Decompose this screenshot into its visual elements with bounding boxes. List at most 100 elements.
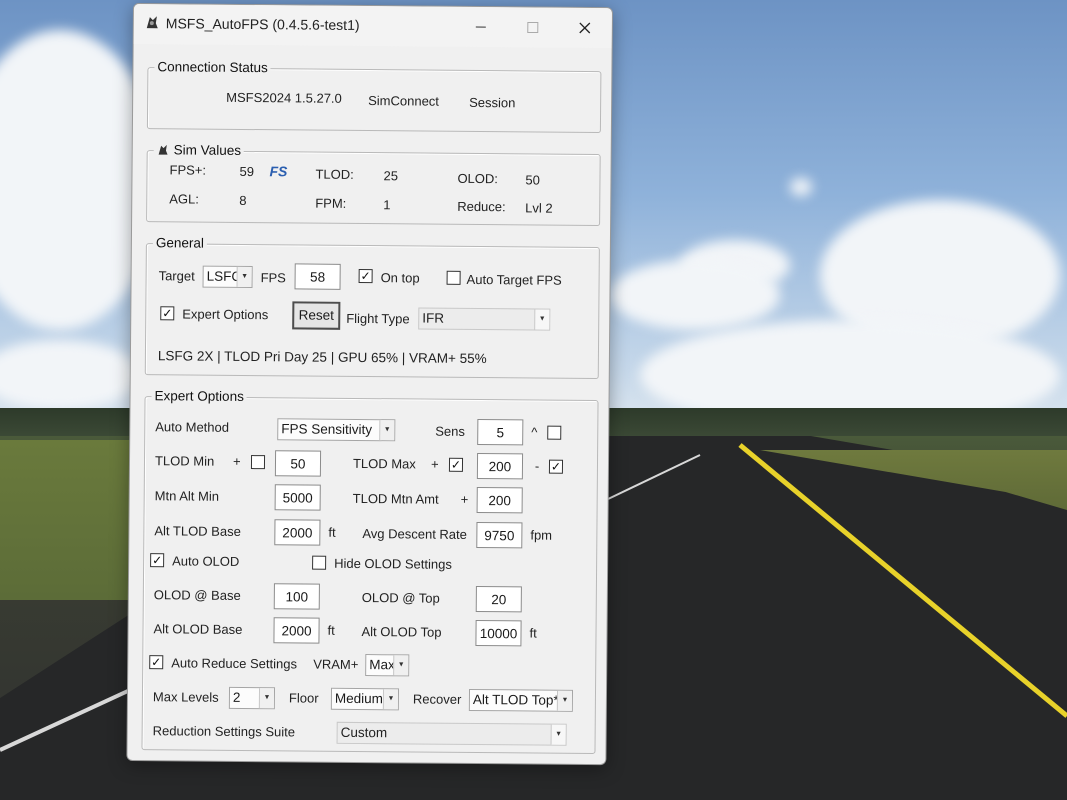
alt-olod-base-unit: ft: [327, 622, 335, 638]
fps-target-label: FPS: [260, 270, 286, 286]
tlod-max-plus-checkbox[interactable]: ✓: [448, 457, 464, 472]
auto-reduce-settings-checkbox[interactable]: ✓: [149, 655, 164, 670]
vram-label: VRAM+: [313, 656, 359, 672]
tlod-max-plus-label: +: [430, 456, 439, 472]
tlod-value: 25: [383, 168, 399, 184]
tlod-min-label: TLOD Min: [154, 453, 215, 469]
chevron-down-icon: ▼: [379, 420, 395, 441]
reduce-value: Lvl 2: [525, 200, 553, 216]
fps-label: FPS+:: [169, 162, 207, 178]
tlod-max-input[interactable]: 200: [476, 453, 524, 480]
olod-base-label: OLOD @ Base: [153, 587, 241, 603]
mtn-alt-min-input[interactable]: 5000: [274, 484, 321, 511]
auto-method-label: Auto Method: [155, 419, 230, 435]
simconnect-status: SimConnect: [368, 93, 440, 109]
alt-olod-top-input[interactable]: 10000: [475, 620, 522, 647]
tlod-min-plus-label: +: [232, 453, 241, 469]
expert-options-legend: Expert Options: [151, 388, 247, 405]
alt-olod-base-label: Alt OLOD Base: [153, 621, 243, 637]
tlod-mtn-amt-plus-label: +: [460, 491, 469, 507]
window-title: MSFS_AutoFPS (0.4.5.6-test1): [165, 15, 360, 33]
expert-options-group: Expert Options Auto Method FPS Sensitivi…: [141, 388, 599, 755]
avg-descent-rate-unit: fpm: [530, 527, 553, 543]
reduction-settings-suite-select[interactable]: Custom ▼: [336, 721, 567, 746]
connection-status-legend: Connection Status: [154, 59, 271, 76]
max-levels-label: Max Levels: [152, 689, 219, 705]
chevron-down-icon: ▼: [382, 689, 399, 710]
minimize-icon[interactable]: [458, 13, 504, 41]
target-fps-input[interactable]: 58: [294, 263, 341, 290]
auto-target-fps-checkbox[interactable]: [446, 270, 461, 285]
reduction-settings-suite-label: Reduction Settings Suite: [152, 723, 296, 740]
recover-value: Alt TLOD Top*: [472, 691, 559, 708]
tlod-mtn-amt-label: TLOD Mtn Amt: [352, 490, 439, 507]
olod-base-input[interactable]: 100: [273, 583, 320, 610]
mtn-alt-min-label: Mtn Alt Min: [154, 488, 220, 504]
olod-value: 50: [525, 172, 541, 188]
session-status: Session: [469, 94, 516, 111]
flight-type-value: IFR: [422, 310, 445, 326]
reduction-settings-suite-value: Custom: [340, 724, 388, 741]
check-icon: ✓: [152, 553, 163, 568]
floor-select[interactable]: Medium ▼: [330, 687, 400, 711]
avg-descent-rate-input[interactable]: 9750: [476, 522, 523, 549]
tlod-max-minus-label: -: [534, 458, 540, 474]
avg-descent-rate-label: Avg Descent Rate: [362, 526, 467, 542]
auto-method-value: FPS Sensitivity: [281, 421, 373, 438]
general-legend: General: [152, 235, 208, 251]
chevron-down-icon: ▼: [236, 266, 252, 288]
floor-value: Medium: [334, 690, 384, 707]
tlod-max-label: TLOD Max: [352, 455, 416, 472]
on-top-checkbox[interactable]: ✓: [358, 268, 373, 284]
auto-olod-checkbox[interactable]: ✓: [150, 553, 165, 568]
reset-button[interactable]: Reset: [292, 301, 341, 330]
expert-options-label: Expert Options: [182, 306, 269, 323]
flight-type-select[interactable]: IFR ▼: [418, 307, 551, 331]
alt-tlod-base-input[interactable]: 2000: [274, 519, 321, 546]
on-top-label: On top: [380, 270, 420, 286]
app-window: MSFS_AutoFPS (0.4.5.6-test1) Connection …: [126, 3, 613, 766]
chevron-down-icon: ▼: [550, 724, 566, 745]
hide-olod-settings-checkbox[interactable]: [312, 555, 327, 570]
fps-value: 59: [239, 163, 255, 180]
sens-input[interactable]: 5: [477, 419, 524, 446]
sens-checkbox[interactable]: [547, 425, 562, 440]
tlod-label: TLOD:: [315, 166, 354, 182]
tlod-mtn-amt-input[interactable]: 200: [476, 487, 523, 514]
olod-label: OLOD:: [457, 170, 499, 187]
sim-values-legend: Sim Values: [153, 142, 245, 158]
chevron-down-icon: ▼: [534, 309, 550, 330]
title-bar[interactable]: MSFS_AutoFPS (0.4.5.6-test1): [133, 4, 612, 49]
expert-options-checkbox[interactable]: ✓: [160, 306, 175, 321]
max-levels-select[interactable]: 2 ▼: [228, 686, 276, 710]
close-icon[interactable]: [562, 14, 608, 42]
tlod-min-input[interactable]: 50: [274, 450, 322, 477]
recover-select[interactable]: Alt TLOD Top* ▼: [468, 688, 574, 712]
general-group: General Target LSFG ▼ FPS 58 ✓ On top Au…: [144, 235, 600, 380]
check-icon: ✓: [450, 457, 462, 472]
target-select[interactable]: LSFG ▼: [202, 265, 253, 289]
vram-select[interactable]: Max ▼: [365, 654, 410, 677]
fs-badge-icon: FS: [269, 163, 288, 180]
fpm-label: FPM:: [315, 195, 347, 211]
sim-version-status: MSFS2024 1.5.27.0: [226, 89, 342, 106]
chevron-down-icon: ▼: [258, 688, 275, 709]
floor-label: Floor: [288, 690, 319, 706]
sim-values-group: Sim Values FPS+: 59 FS TLOD: 25 OLOD: 50…: [146, 142, 601, 227]
auto-method-select[interactable]: FPS Sensitivity ▼: [277, 418, 396, 442]
chevron-down-icon: ▼: [393, 655, 409, 676]
tlod-max-minus-checkbox[interactable]: ✓: [548, 459, 564, 474]
maximize-icon[interactable]: [510, 13, 556, 41]
alt-olod-base-input[interactable]: 2000: [273, 617, 320, 644]
sim-values-title: Sim Values: [173, 142, 242, 158]
alt-olod-top-unit: ft: [529, 625, 537, 641]
app-logo-icon: [158, 144, 168, 155]
flight-type-label: Flight Type: [346, 310, 410, 327]
check-icon: ✓: [360, 268, 371, 284]
chevron-down-icon: ▼: [556, 690, 573, 711]
olod-top-input[interactable]: 20: [475, 586, 522, 613]
tlod-min-checkbox[interactable]: [250, 455, 266, 470]
alt-tlod-base-unit: ft: [328, 524, 336, 540]
max-levels-value: 2: [232, 689, 241, 705]
hide-olod-settings-label: Hide OLOD Settings: [334, 555, 452, 572]
